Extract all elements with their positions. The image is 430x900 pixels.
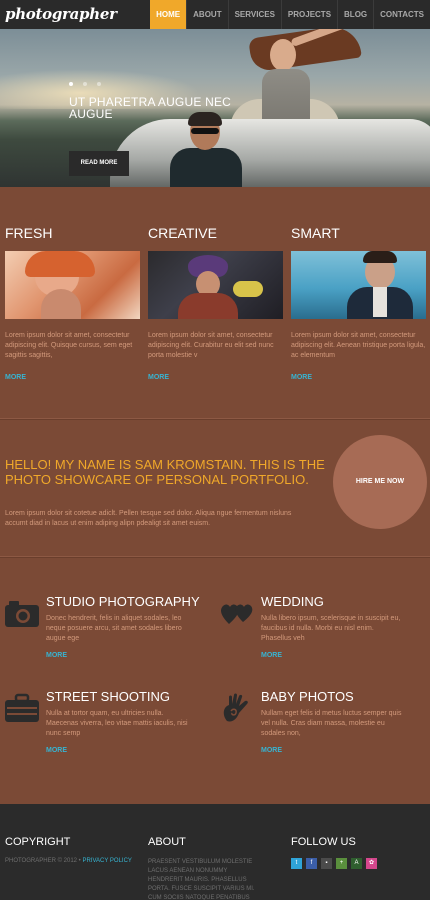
flickr-icon[interactable]: ✿ <box>366 858 377 869</box>
service-title: STUDIO PHOTOGRAPHY <box>46 594 200 609</box>
main-nav: HOME ABOUT SERVICES PROJECTS BLOG CONTAC… <box>150 0 430 29</box>
divider <box>0 419 430 420</box>
slider-dot[interactable] <box>83 82 87 86</box>
feature-creative: CREATIVE Lorem ipsum dolor sit amet, con… <box>148 225 283 381</box>
feature-title: CREATIVE <box>148 225 217 241</box>
intro-title: HELLO! MY NAME IS SAM KROMSTAIN. THIS IS… <box>5 457 325 487</box>
divider <box>0 557 430 558</box>
service-text: Nulla libero ipsum, scelerisque in susci… <box>261 615 401 642</box>
twitter-icon[interactable]: t <box>291 858 302 869</box>
feature-title: FRESH <box>5 225 53 241</box>
footer-follow: FOLLOW US t f ▪ + A ✿ <box>291 836 377 869</box>
footer-heading: FOLLOW US <box>291 836 356 848</box>
slider-dot[interactable] <box>69 82 73 86</box>
nav-about[interactable]: ABOUT <box>186 0 227 29</box>
more-link[interactable]: MORE <box>46 747 67 754</box>
service-text: Nulla at tortor quam, eu ultricies nulla… <box>46 710 188 737</box>
feature-photo[interactable] <box>148 251 283 319</box>
hero-man-figure <box>170 112 242 187</box>
google-plus-icon[interactable]: + <box>336 858 347 869</box>
camera-icon <box>5 601 39 627</box>
briefcase-icon <box>5 693 39 722</box>
feature-photo[interactable] <box>5 251 140 319</box>
service-text: Donec hendrerit, felis in aliquet sodale… <box>46 615 182 642</box>
delicious-icon[interactable]: ▪ <box>321 858 332 869</box>
feature-smart: SMART Lorem ipsum dolor sit amet, consec… <box>291 225 426 381</box>
intro-text: Lorem ipsum dolor sit cotetue adiclt. Pe… <box>5 510 292 527</box>
nav-home[interactable]: HOME <box>150 0 187 29</box>
site-header: photographer HOME ABOUT SERVICES PROJECT… <box>0 0 430 29</box>
more-link[interactable]: MORE <box>261 747 282 754</box>
feature-fresh: FRESH Lorem ipsum dolor sit amet, consec… <box>5 225 140 381</box>
hearts-icon <box>221 604 253 624</box>
hero-car <box>110 119 430 187</box>
aim-icon[interactable]: A <box>351 858 362 869</box>
slider-dots <box>69 82 101 86</box>
more-link[interactable]: MORE <box>148 374 169 381</box>
footer-heading: ABOUT <box>148 836 186 848</box>
feature-text: Lorem ipsum dolor sit amet, consectetur … <box>291 332 426 359</box>
privacy-policy-link[interactable]: PRIVACY POLICY <box>82 858 131 864</box>
slider-dot[interactable] <box>97 82 101 86</box>
hire-me-button[interactable]: HIRE ME NOW <box>333 435 427 529</box>
copyright-label: PHOTOGRAPHER © 2012 • <box>5 858 81 864</box>
about-text: PRAESENT VESTIBULUM MOLESTIE LACUS AENEA… <box>148 859 255 900</box>
service-text: Nullam eget felis id metus luctus semper… <box>261 710 402 737</box>
copyright-text: PHOTOGRAPHER © 2012 • PRIVACY POLICY <box>5 858 132 864</box>
logo[interactable]: photographer <box>5 5 117 23</box>
nav-blog[interactable]: BLOG <box>337 0 373 29</box>
facebook-icon[interactable]: f <box>306 858 317 869</box>
service-title: WEDDING <box>261 594 324 609</box>
hand-icon <box>223 693 248 722</box>
more-link[interactable]: MORE <box>5 374 26 381</box>
feature-title: SMART <box>291 225 340 241</box>
nav-projects[interactable]: PROJECTS <box>280 0 337 29</box>
feature-text: Lorem ipsum dolor sit amet, consectetur … <box>5 332 133 359</box>
footer-copyright: COPYRIGHT PHOTOGRAPHER © 2012 • PRIVACY … <box>5 836 132 864</box>
feature-photo[interactable] <box>291 251 426 319</box>
nav-contacts[interactable]: CONTACTS <box>373 0 430 29</box>
hero-title: UT PHARETRA AUGUE NEC AUGUE <box>69 95 232 121</box>
service-title: STREET SHOOTING <box>46 689 170 704</box>
read-more-button[interactable]: READ MORE <box>69 151 129 176</box>
service-title: BABY PHOTOS <box>261 689 354 704</box>
feature-text: Lorem ipsum dolor sit amet, consectetur … <box>148 332 274 359</box>
hero-slider[interactable]: UT PHARETRA AUGUE NEC AUGUE READ MORE <box>0 29 430 187</box>
site-footer: COPYRIGHT PHOTOGRAPHER © 2012 • PRIVACY … <box>0 804 430 900</box>
footer-about: ABOUT PRAESENT VESTIBULUM MOLESTIE LACUS… <box>148 836 258 900</box>
more-link[interactable]: MORE <box>46 652 67 659</box>
social-links: t f ▪ + A ✿ <box>291 858 377 869</box>
more-link[interactable]: MORE <box>291 374 312 381</box>
footer-heading: COPYRIGHT <box>5 836 71 848</box>
nav-services[interactable]: SERVICES <box>227 0 281 29</box>
more-link[interactable]: MORE <box>261 652 282 659</box>
